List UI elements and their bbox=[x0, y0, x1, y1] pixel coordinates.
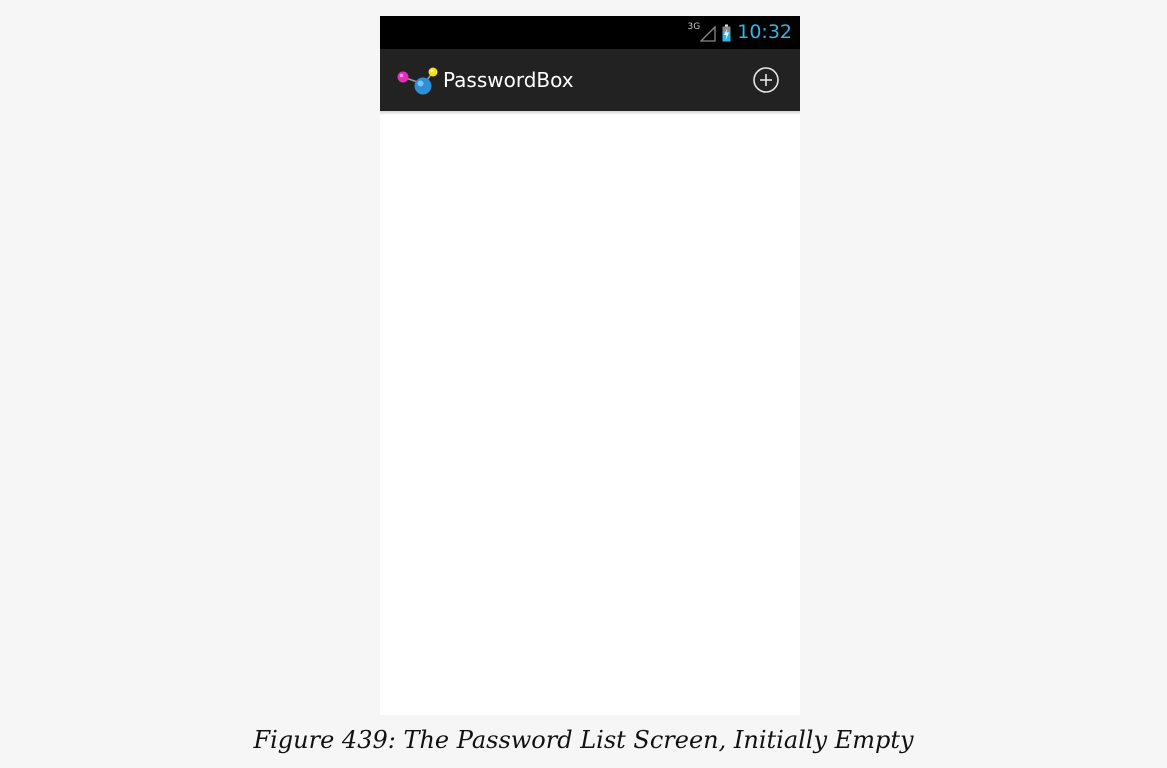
app-logo-icon[interactable] bbox=[397, 66, 439, 96]
device-screen: 3G 10:32 PasswordBox bbox=[380, 16, 800, 715]
network-type-label: 3G bbox=[687, 22, 701, 32]
password-list[interactable] bbox=[380, 115, 800, 715]
signal-icon bbox=[700, 24, 716, 42]
status-indicators: 3G 10:32 bbox=[688, 16, 792, 49]
clock: 10:32 bbox=[737, 21, 792, 43]
battery-charging-icon bbox=[722, 24, 731, 41]
action-bar: PasswordBox bbox=[380, 49, 800, 111]
add-circle-icon[interactable] bbox=[752, 66, 780, 94]
app-title: PasswordBox bbox=[443, 68, 574, 92]
status-bar: 3G 10:32 bbox=[380, 16, 800, 49]
figure-caption: Figure 439: The Password List Screen, In… bbox=[253, 726, 914, 754]
